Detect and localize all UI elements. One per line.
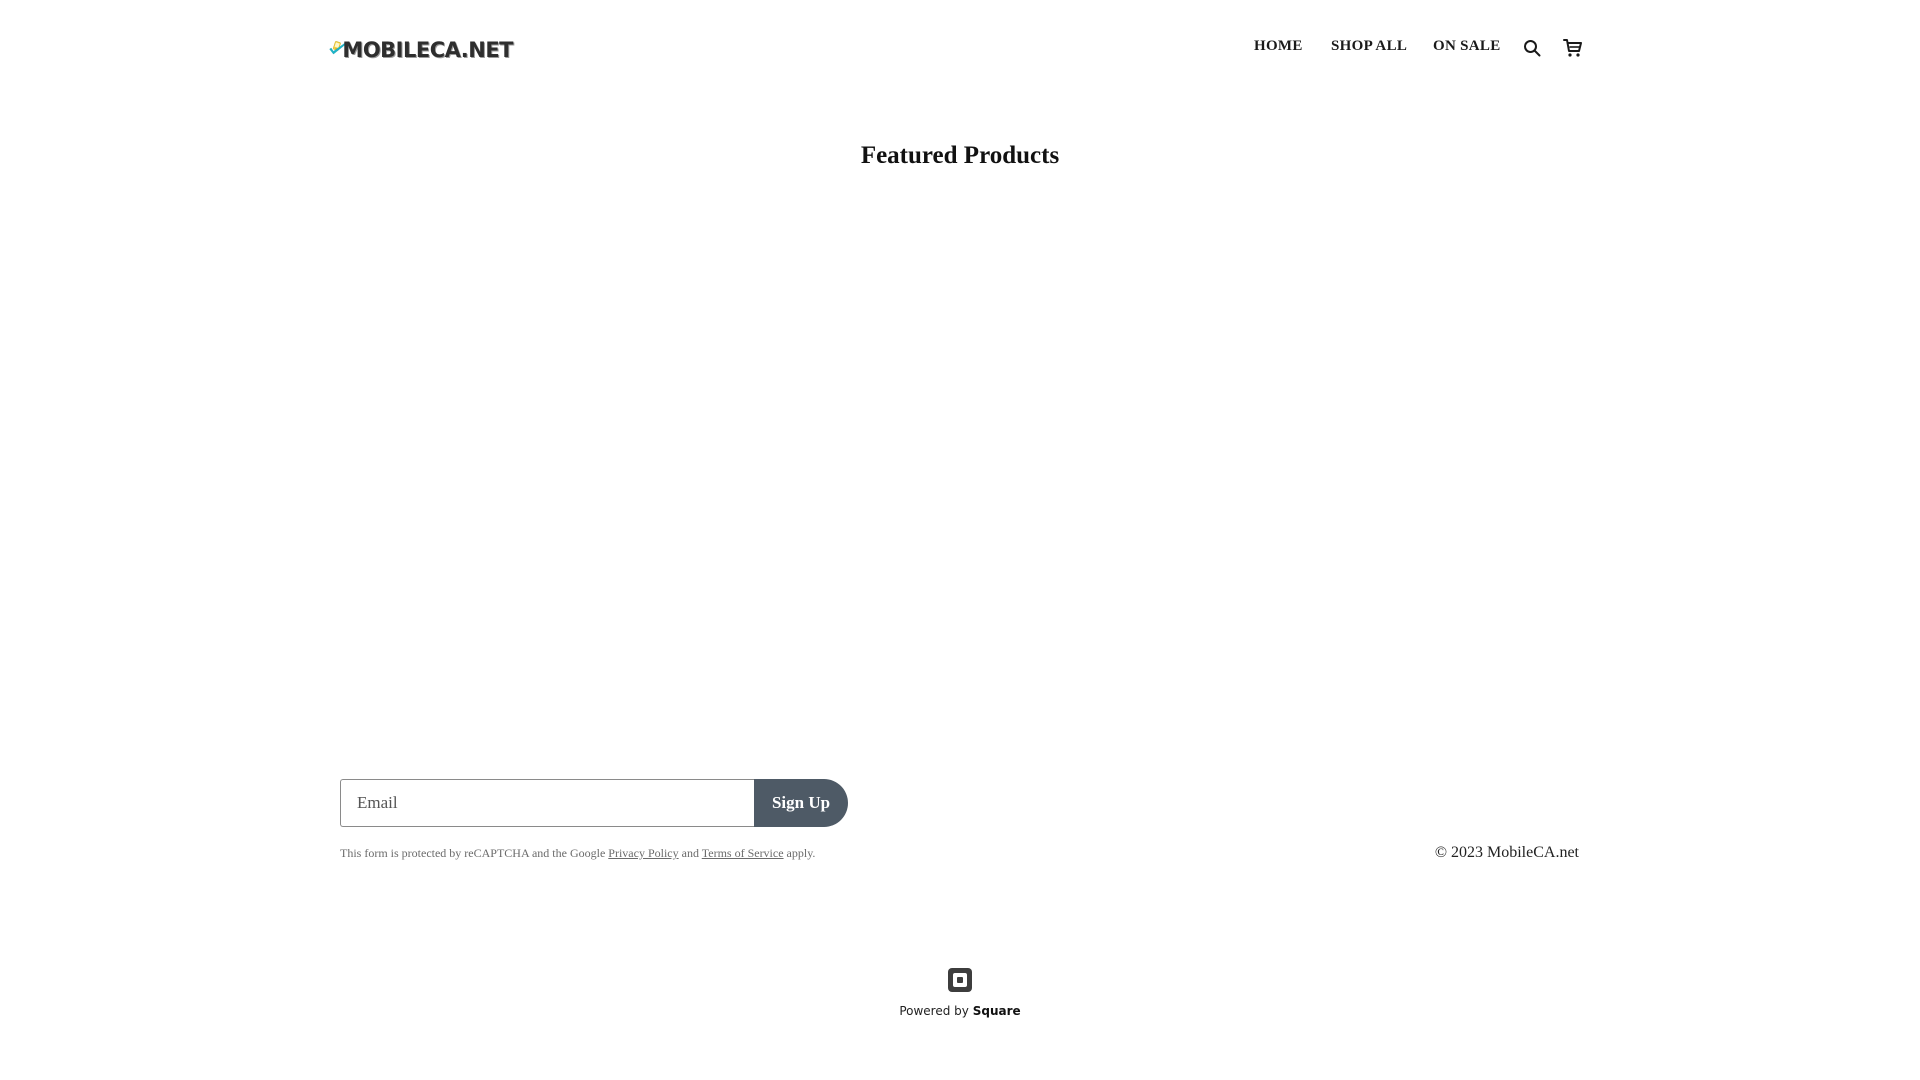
powered-by-block: Powered by Square	[0, 968, 1920, 1018]
recaptcha-prefix: This form is protected by reCAPTCHA and …	[340, 846, 606, 860]
email-input[interactable]	[340, 779, 754, 827]
powered-by-prefix: Powered by	[899, 1004, 969, 1018]
terms-of-service-link[interactable]: Terms of Service	[702, 846, 784, 860]
copyright-text: © 2023 MobileCA.net	[1434, 844, 1579, 861]
logo-text: MOBILECA.NET	[342, 38, 513, 62]
search-button[interactable]	[1520, 36, 1544, 60]
newsletter-form: Sign Up	[340, 779, 848, 827]
square-logo-icon[interactable]	[948, 968, 972, 992]
featured-products-title: Featured Products	[860, 142, 1060, 169]
nav-on-sale[interactable]: ON SALE	[1433, 38, 1501, 55]
recaptcha-suffix: apply.	[786, 846, 816, 860]
powered-by-text: Powered by Square	[0, 1004, 1920, 1018]
nav-home[interactable]: HOME	[1254, 38, 1303, 55]
sign-up-button[interactable]: Sign Up	[754, 779, 848, 827]
site-header: MOBILECA.NET HOME SHOP ALL ON SALE	[0, 0, 1920, 96]
search-icon	[1524, 40, 1541, 57]
cart-icon	[1563, 39, 1582, 57]
nav-shop-all[interactable]: SHOP ALL	[1331, 38, 1407, 55]
privacy-policy-link[interactable]: Privacy Policy	[608, 846, 678, 860]
square-link[interactable]: Square	[973, 1004, 1021, 1018]
site-logo[interactable]: MOBILECA.NET	[329, 24, 513, 72]
page: MOBILECA.NET HOME SHOP ALL ON SALE Featu…	[0, 0, 1920, 1080]
recaptcha-notice: This form is protected by reCAPTCHA and …	[340, 846, 815, 861]
cart-button[interactable]	[1561, 36, 1585, 60]
recaptcha-and: and	[681, 846, 699, 860]
